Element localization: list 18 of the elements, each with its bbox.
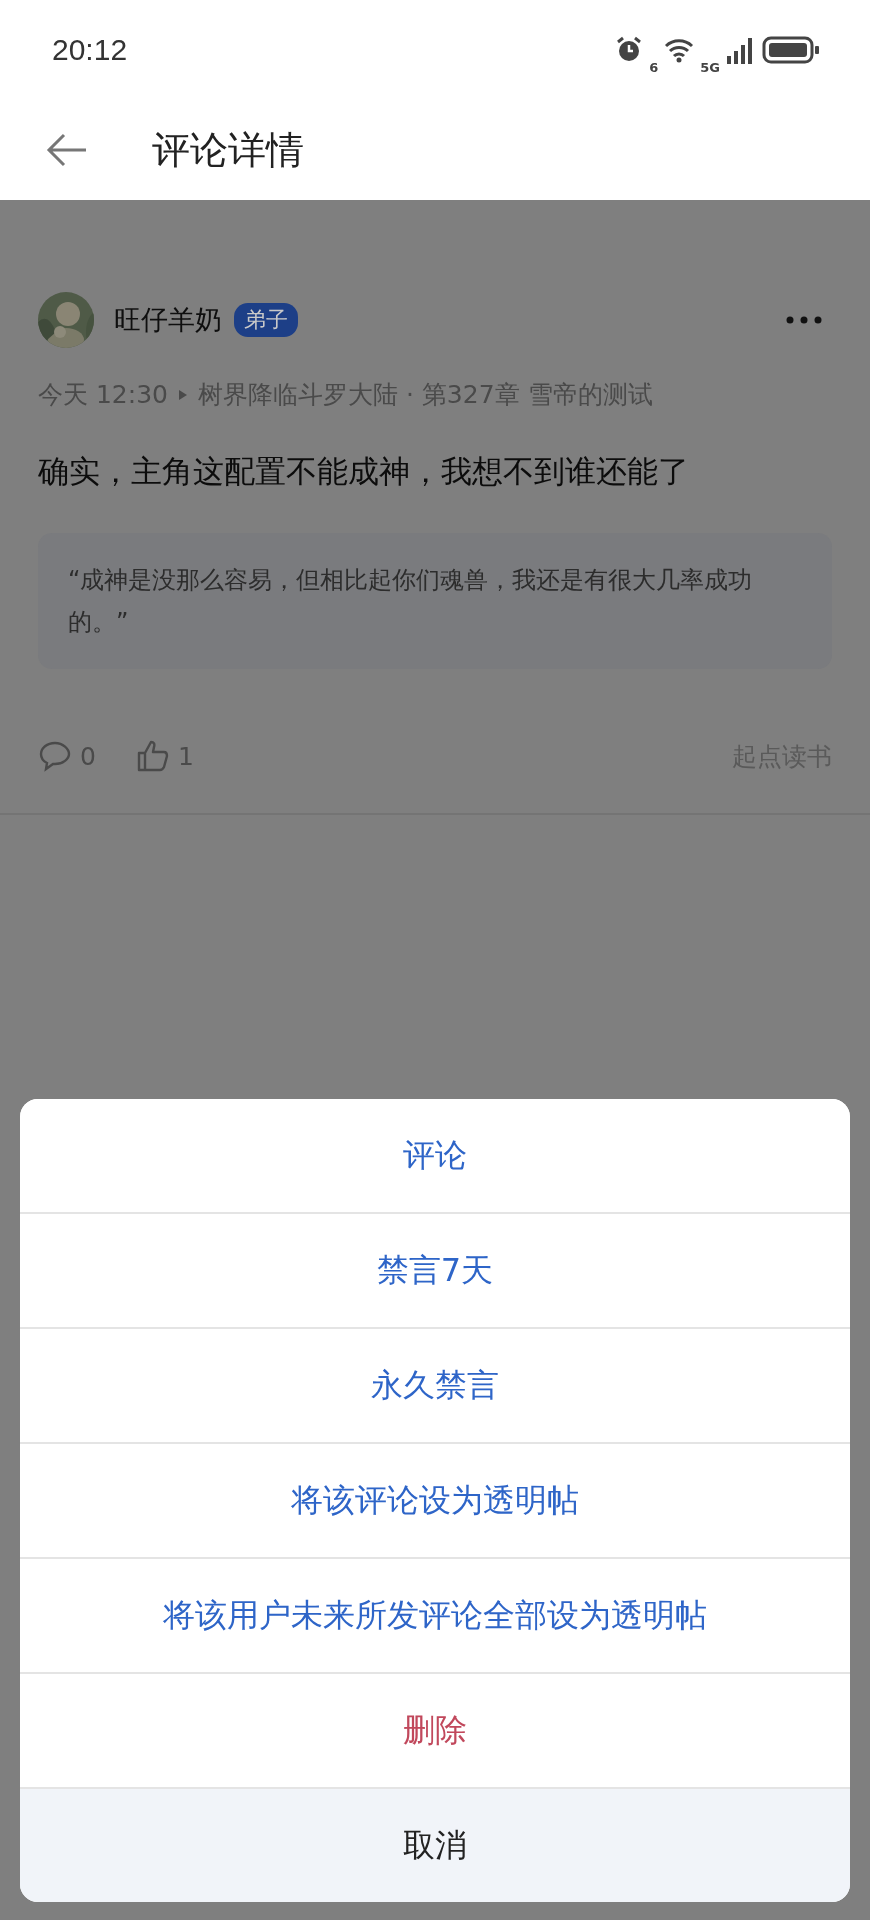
user-badge: 弟子 bbox=[234, 303, 298, 337]
alarm-icon bbox=[615, 36, 644, 64]
thumbs-up-icon[interactable] bbox=[135, 739, 170, 773]
wifi-icon bbox=[664, 37, 695, 63]
cancel-button[interactable]: 取消 bbox=[20, 1789, 850, 1902]
action-item[interactable]: 评论 bbox=[20, 1099, 850, 1214]
status-time: 20:12 bbox=[52, 33, 128, 67]
network-label: 5G bbox=[700, 59, 720, 75]
comment-text: 确实，主角这配置不能成神，我想不到谁还能了 bbox=[37, 452, 690, 491]
page-title: 评论详情 bbox=[152, 126, 304, 174]
battery-icon bbox=[762, 36, 820, 64]
back-arrow-icon[interactable] bbox=[46, 132, 88, 168]
comment-icon[interactable] bbox=[38, 740, 72, 772]
quoted-text: “成神是没那么容易，但相比起你们魂兽，我还是有很大几率成功的。” bbox=[38, 533, 832, 669]
user-name[interactable]: 旺仔羊奶 bbox=[114, 302, 222, 338]
wifi-label: 6 bbox=[649, 59, 659, 75]
triangle-icon bbox=[178, 388, 188, 401]
more-icon[interactable] bbox=[786, 316, 822, 324]
